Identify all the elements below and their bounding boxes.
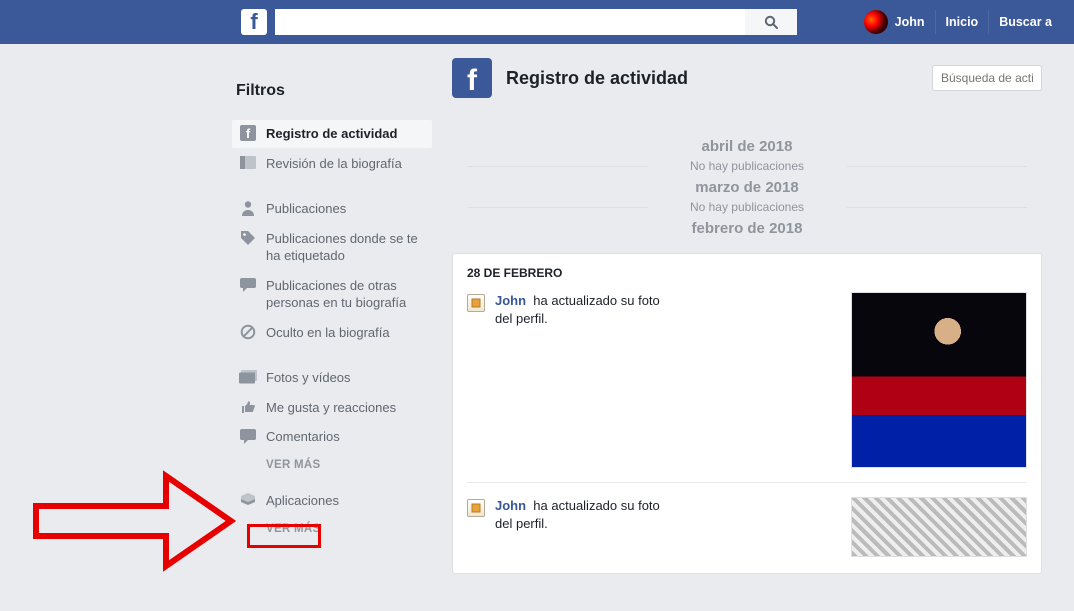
photos-icon: [238, 369, 258, 385]
entry-thumbnail[interactable]: [851, 292, 1027, 468]
sidebar-item-label: Oculto en la biografía: [266, 324, 426, 342]
sidebar-item-apps[interactable]: Aplicaciones: [232, 487, 432, 515]
entry-user-link[interactable]: John: [495, 498, 526, 513]
activity-search-input[interactable]: [932, 65, 1042, 91]
see-more-2[interactable]: VER MÁS: [232, 517, 432, 543]
activity-entry: John ha actualizado su foto del perfil.: [467, 292, 1027, 468]
entry-text-1: ha actualizado su foto: [533, 498, 659, 513]
entry-user-link[interactable]: John: [495, 293, 526, 308]
month-label: febrero de 2018: [452, 220, 1042, 237]
avatar: [864, 10, 888, 34]
search-button[interactable]: [745, 9, 797, 35]
sidebar-item-tagged[interactable]: Publicaciones donde se te ha etiquetado: [232, 225, 432, 270]
sidebar-item-activity-log[interactable]: f Registro de actividad: [232, 120, 432, 148]
entry-text-2: del perfil.: [495, 311, 548, 326]
facebook-logo-icon[interactable]: f: [241, 9, 267, 35]
search-icon: [763, 14, 779, 30]
profile-photo-update-icon: [467, 499, 485, 517]
card-date-header: 28 DE FEBRERO: [467, 266, 1027, 280]
sidebar-item-others-posts[interactable]: Publicaciones de otras personas en tu bi…: [232, 272, 432, 317]
entry-text-1: ha actualizado su foto: [533, 293, 659, 308]
nav-home[interactable]: Inicio: [935, 10, 989, 34]
month-label: abril de 2018: [452, 138, 1042, 155]
sidebar-item-comments[interactable]: Comentarios: [232, 423, 432, 451]
sidebar-item-label: Publicaciones de otras personas en tu bi…: [266, 277, 426, 312]
sidebar-item-label: Comentarios: [266, 428, 426, 446]
hidden-icon: [238, 324, 258, 340]
month-label: marzo de 2018: [452, 179, 1042, 196]
entry-text-2: del perfil.: [495, 516, 548, 531]
no-posts-label: No hay publicaciones: [452, 200, 1042, 214]
sidebar-item-label: Registro de actividad: [266, 125, 426, 143]
search-input[interactable]: [275, 9, 745, 35]
user-name: John: [895, 15, 925, 29]
filters-title: Filtros: [236, 82, 432, 100]
entry-thumbnail[interactable]: [851, 497, 1027, 557]
comment-box-icon: [238, 277, 258, 293]
activity-entry: John ha actualizado su foto del perfil.: [467, 482, 1027, 557]
topbar: f John Inicio Buscar a: [0, 0, 1074, 44]
apps-icon: [238, 492, 258, 508]
svg-text:f: f: [246, 126, 251, 141]
sidebar-item-label: Publicaciones donde se te ha etiquetado: [266, 230, 426, 265]
sidebar-item-label: Aplicaciones: [266, 492, 426, 510]
tag-icon: [238, 230, 258, 246]
sidebar-item-timeline-review[interactable]: Revisión de la biografía: [232, 150, 432, 178]
main-column: f Registro de actividad abril de 2018 No…: [452, 44, 1042, 574]
nav-search-friends[interactable]: Buscar a: [988, 10, 1062, 34]
sidebar-item-hidden[interactable]: Oculto en la biografía: [232, 319, 432, 347]
see-more-1[interactable]: VER MÁS: [232, 453, 432, 479]
sidebar-item-label: Revisión de la biografía: [266, 155, 426, 173]
no-posts-label: No hay publicaciones: [452, 159, 1042, 173]
sidebar-item-posts[interactable]: Publicaciones: [232, 195, 432, 223]
sidebar-item-likes[interactable]: Me gusta y reacciones: [232, 394, 432, 422]
activity-card: 28 DE FEBRERO John ha actualizado su fot…: [452, 253, 1042, 574]
facebook-icon: f: [238, 125, 258, 141]
profile-photo-update-icon: [467, 294, 485, 312]
sidebar-item-label: Publicaciones: [266, 200, 426, 218]
profile-link[interactable]: John: [854, 10, 935, 34]
page-title: Registro de actividad: [506, 68, 688, 89]
review-icon: [238, 155, 258, 171]
timeline-empty-months: abril de 2018 No hay publicaciones marzo…: [452, 108, 1042, 247]
like-icon: [238, 399, 258, 415]
facebook-square-icon: f: [452, 58, 492, 98]
person-icon: [238, 200, 258, 216]
sidebar-item-label: Me gusta y reacciones: [266, 399, 426, 417]
sidebar-item-label: Fotos y vídeos: [266, 369, 426, 387]
comment-icon: [238, 428, 258, 444]
sidebar-item-photos[interactable]: Fotos y vídeos: [232, 364, 432, 392]
sidebar: Filtros f Registro de actividad Revisión…: [232, 44, 432, 574]
